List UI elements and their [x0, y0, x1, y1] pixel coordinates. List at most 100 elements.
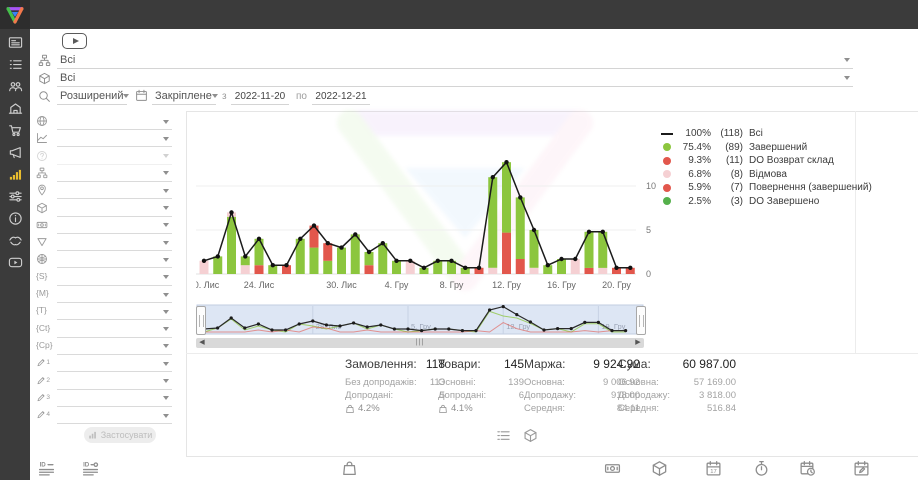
product-filter-select[interactable]: Всі	[57, 70, 853, 87]
legend-item-0[interactable]: 100%(118)Всі	[660, 127, 872, 141]
chart-minimap[interactable]: 28. Лис5. Гру12. Гру19. Гру	[196, 304, 644, 338]
toolbar-report-planner[interactable]	[853, 460, 870, 477]
stat-subrow: Допродані:5	[345, 389, 445, 402]
toolbar-report-calendar[interactable]: 17	[705, 460, 722, 477]
apply-filters-button[interactable]: Застосувати	[84, 427, 156, 443]
custom-field-1-select[interactable]	[57, 356, 172, 372]
legend-item-2[interactable]: 9.3%(11)DO Возврат склад	[660, 154, 872, 168]
chevron-down-icon	[163, 414, 169, 418]
sidebar-item-info[interactable]	[0, 208, 30, 228]
sidebar-item-settings[interactable]	[0, 186, 30, 206]
custom-field-1-icon: 1	[36, 357, 50, 368]
legend-percent: 5.9%	[677, 182, 711, 193]
toolbar-report-orders[interactable]	[341, 460, 358, 477]
filter-row-utm-campaign: {Cp}	[36, 339, 176, 355]
custom-field-4-select[interactable]	[57, 408, 172, 424]
manager-select[interactable]	[57, 183, 172, 199]
custom-field-3-select[interactable]	[57, 391, 172, 407]
toggle-product-view[interactable]	[523, 428, 538, 443]
custom-field-3-icon: 3	[36, 392, 50, 403]
stat-value: 145	[504, 357, 524, 371]
product-icon	[36, 202, 50, 214]
minimap-scrollbar[interactable]: ◀ ||| ▶	[196, 338, 644, 348]
legend-item-3[interactable]: 6.8%(8)Відмова	[660, 168, 872, 182]
reason-select[interactable]	[57, 149, 172, 165]
scrollbar-grip[interactable]: |||	[416, 339, 424, 347]
period-mode-value: Закріплене	[152, 90, 212, 102]
legend-item-5[interactable]: 2.5%(3)DO Завершено	[660, 195, 872, 209]
utm-source-select[interactable]	[57, 270, 172, 286]
toolbar-report-payments[interactable]	[604, 460, 621, 477]
structure-icon	[36, 167, 50, 179]
stat-subrow: Допродажу:3 818.00	[618, 389, 736, 402]
legend-item-1[interactable]: 75.4%(89)Завершений	[660, 141, 872, 155]
legend-label: Повернення (завершений)	[749, 182, 872, 193]
brand-logo-icon	[5, 5, 25, 25]
utm-content-select[interactable]	[57, 322, 172, 338]
minimap-right-handle[interactable]	[636, 306, 646, 335]
svg-text:ID: ID	[40, 462, 47, 469]
funnel-select[interactable]	[57, 235, 172, 251]
toolbar-report-id-o-list[interactable]: ID	[82, 460, 99, 477]
legend-label: Всі	[749, 128, 763, 139]
sidebar-item-partners[interactable]	[0, 230, 30, 250]
megaphone-icon	[8, 145, 23, 160]
site-select[interactable]	[57, 252, 172, 268]
toolbar-report-schedule[interactable]	[799, 460, 816, 477]
list-view-icon	[496, 428, 511, 443]
period-mode-select[interactable]: Закріплене	[152, 88, 216, 105]
sidebar-item-shop[interactable]	[0, 120, 30, 140]
toolbar-report-timing[interactable]	[753, 460, 770, 477]
product-select[interactable]	[57, 201, 172, 217]
sidebar-item-marketing[interactable]	[0, 142, 30, 162]
chevron-down-icon	[163, 223, 169, 227]
scroll-right-arrow-icon[interactable]: ▶	[633, 338, 643, 348]
sliders-icon	[8, 189, 23, 204]
list-icon	[8, 57, 23, 72]
utm-campaign-select[interactable]	[57, 339, 172, 355]
sidebar-item-video-lessons[interactable]	[0, 252, 30, 272]
payment-select[interactable]	[57, 218, 172, 234]
scroll-left-arrow-icon[interactable]: ◀	[197, 338, 207, 348]
sidebar-item-analytics[interactable]	[0, 164, 30, 184]
utm-term-select[interactable]	[57, 304, 172, 320]
orders-chart[interactable]: 051020. Лис24. Лис30. Лис4. Гру8. Гру12.…	[196, 118, 664, 292]
custom-field-2-select[interactable]	[57, 374, 172, 390]
svg-text:24. Лис: 24. Лис	[244, 280, 275, 290]
custom-field-2-icon: 2	[36, 375, 50, 386]
bag-icon	[341, 460, 358, 477]
chevron-down-icon	[123, 94, 129, 98]
sidebar-item-company[interactable]	[0, 98, 30, 118]
minimap-left-handle[interactable]	[196, 306, 206, 335]
search-mode-select[interactable]: Розширений	[57, 88, 127, 105]
utm-term-icon: {T}	[36, 305, 50, 315]
legend-count: (118)	[711, 128, 743, 139]
app-logo[interactable]	[0, 0, 30, 29]
country-select[interactable]	[57, 114, 172, 130]
filter-row-manager	[36, 183, 176, 199]
sidebar-item-customers[interactable]	[0, 76, 30, 96]
video-tutorial-button[interactable]	[62, 33, 87, 49]
date-from-input[interactable]: 2022-11-20	[231, 88, 289, 105]
svg-text:8. Гру: 8. Гру	[440, 280, 464, 290]
filter-row-utm-source: {S}	[36, 270, 176, 286]
date-to-input[interactable]: 2022-12-21	[312, 88, 370, 105]
chart-legend: 100%(118)Всі75.4%(89)Завершений9.3%(11)D…	[660, 127, 872, 208]
sidebar-item-dashboard[interactable]	[0, 32, 30, 52]
sidebar-item-orders-list[interactable]	[0, 54, 30, 74]
country-icon	[36, 115, 50, 127]
toggle-list-view[interactable]	[496, 428, 511, 443]
toolbar-report-id-list[interactable]: ID	[38, 460, 55, 477]
utm-medium-select[interactable]	[57, 287, 172, 303]
status-group-select[interactable]	[57, 131, 172, 147]
utm-medium-icon: {M}	[36, 288, 50, 298]
chevron-down-icon	[163, 206, 169, 210]
stat-title: Товари:	[438, 357, 481, 371]
toolbar-report-products[interactable]	[651, 460, 668, 477]
svg-text:20. Гру: 20. Гру	[602, 280, 631, 290]
chevron-down-icon	[163, 379, 169, 383]
legend-item-4[interactable]: 5.9%(7)Повернення (завершений)	[660, 181, 872, 195]
source-filter-select[interactable]: Всі	[57, 52, 853, 69]
stat-column-0: Замовлення:118Без допродажів:113Допродан…	[345, 357, 445, 414]
structure-select[interactable]	[57, 166, 172, 182]
